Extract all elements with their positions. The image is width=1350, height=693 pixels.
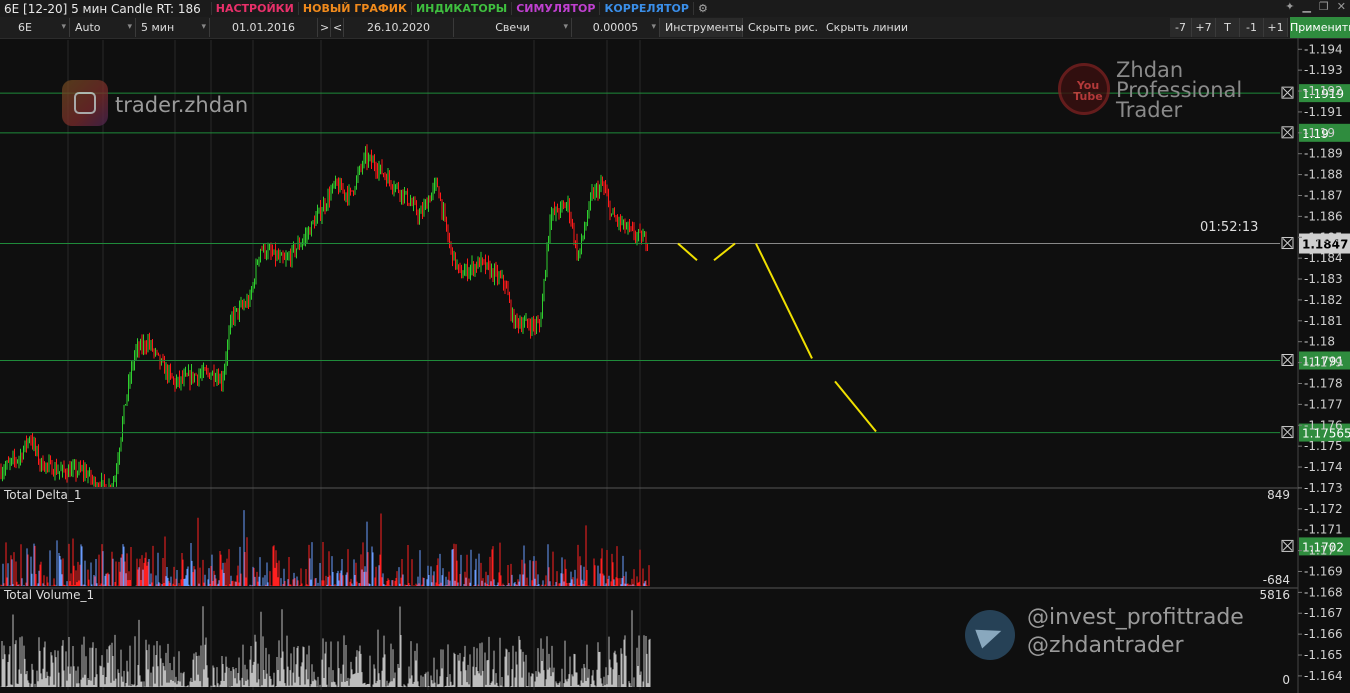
scale-select[interactable]: Auto [70, 18, 136, 37]
delta-min-label: -684 [1263, 573, 1290, 587]
volume-histogram [0, 606, 651, 687]
remove-level-icon-cross [1282, 127, 1293, 138]
nav-next-button[interactable]: > [318, 18, 331, 37]
title-bar: 6E [12-20] 5 мин Candle RT: 186 НАСТРОЙК… [0, 0, 1350, 17]
axis-tick-label: -1.189 [1304, 147, 1343, 161]
trend-line-drawing [677, 242, 698, 261]
axis-tick-label: -1.194 [1304, 42, 1343, 56]
date-to-input[interactable]: 26.10.2020 [344, 18, 454, 37]
axis-tick-label: -1.191 [1304, 105, 1343, 119]
symbol-select[interactable]: 6E [0, 18, 70, 37]
step-back-7-button[interactable]: -7 [1170, 18, 1192, 37]
telegram-handle-2: @zhdantrader [1027, 633, 1184, 658]
menu-simulator[interactable]: СИМУЛЯТОР [511, 2, 599, 15]
menu-settings[interactable]: НАСТРОЙКИ [210, 2, 298, 15]
remove-level-icon-cross [1282, 541, 1293, 551]
price-chart[interactable]: 1.19191.191.175651.17911.17021.1847 -1.1… [0, 38, 1350, 693]
instruments-button[interactable]: Инструменты [660, 18, 744, 37]
youtube-icon-text: You Tube [1073, 79, 1103, 103]
axis-tick-label: -1.165 [1304, 648, 1343, 662]
axis-tick-label: -1.172 [1304, 502, 1343, 516]
apply-button[interactable]: Применить [1290, 17, 1350, 38]
axis-tick-label: -1.168 [1304, 585, 1343, 599]
window-title: 6E [12-20] 5 мин Candle RT: 186 [4, 1, 201, 16]
axis-tick-label: -1.184 [1304, 251, 1343, 265]
remove-level-icon-cross [1282, 427, 1293, 437]
youtube-watermark-line1: Zhdan [1116, 58, 1184, 82]
axis-tick-label: -1.177 [1304, 397, 1343, 411]
axis-tick-label: -1.19 [1304, 126, 1335, 140]
remove-level-icon-cross [1282, 238, 1293, 248]
date-from-input[interactable]: 01.01.2016 [210, 18, 318, 37]
axis-tick-label: -1.17 [1304, 544, 1335, 558]
chart-type-select[interactable]: Свечи [454, 18, 572, 37]
tick-size-select[interactable]: 0.00005 [572, 18, 660, 37]
axis-tick-label: -1.188 [1304, 168, 1343, 182]
axis-tick-label: -1.187 [1304, 188, 1343, 202]
menu-indicators[interactable]: ИНДИКАТОРЫ [410, 2, 511, 15]
telegram-handle-1: @invest_profittrade [1027, 605, 1244, 630]
axis-tick-label: -1.174 [1304, 460, 1343, 474]
remove-level-icon-cross [1282, 87, 1293, 98]
axis-tick-label: -1.175 [1304, 439, 1343, 453]
telegram-watermark: @invest_profittrade @zhdantrader [1027, 604, 1244, 660]
hide-drawings-button[interactable]: Скрыть рис. [743, 18, 821, 37]
instagram-watermark: trader.zhdan [115, 93, 249, 117]
trend-line-drawing [755, 243, 813, 359]
menu-new-chart[interactable]: НОВЫЙ ГРАФИК [297, 2, 411, 15]
axis-tick-label: -1.167 [1304, 606, 1343, 620]
axis-tick-label: -1.186 [1304, 209, 1343, 223]
youtube-watermark: Zhdan Professional Trader [1116, 58, 1243, 122]
youtube-watermark-line3: Trader [1116, 98, 1183, 122]
delta-panel-title: Total Delta_1 [3, 488, 82, 502]
step-forward-1-button[interactable]: +1 [1264, 18, 1288, 37]
remove-level-icon-cross [1282, 355, 1293, 365]
step-back-1-button[interactable]: -1 [1240, 18, 1264, 37]
delta-max-label: 849 [1267, 488, 1290, 502]
restore-icon[interactable]: ❐ [1319, 0, 1329, 13]
chart-toolbar: 6E Auto 5 мин 01.01.2016 > < 26.10.2020 … [0, 17, 1350, 39]
volume-panel-title: Total Volume_1 [3, 588, 94, 602]
trend-line-drawing [834, 380, 877, 433]
hide-lines-button[interactable]: Скрыть линии [821, 18, 911, 37]
axis-tick-label: -1.166 [1304, 627, 1343, 641]
instagram-icon [62, 80, 108, 126]
pin-icon[interactable]: ✦ [1285, 0, 1294, 13]
youtube-watermark-line2: Professional [1116, 78, 1243, 102]
window-controls: ✦ ▁ ❐ ✕ [1285, 0, 1346, 13]
nav-prev-button[interactable]: < [331, 18, 344, 37]
axis-tick-label: -1.182 [1304, 293, 1343, 307]
axis-tick-label: -1.169 [1304, 564, 1343, 578]
axis-tick-label: -1.18 [1304, 335, 1335, 349]
axis-tick-label: -1.185 [1304, 230, 1343, 244]
today-button[interactable]: T [1216, 18, 1240, 37]
candle-timer: 01:52:13 [1200, 220, 1259, 235]
trend-line-drawing [713, 242, 736, 262]
axis-tick-label: -1.173 [1304, 481, 1343, 495]
delta-histogram [0, 510, 651, 586]
axis-tick-label: -1.183 [1304, 272, 1343, 286]
chart-grid [0, 38, 1299, 693]
candles [0, 144, 648, 487]
close-icon[interactable]: ✕ [1337, 0, 1346, 13]
volume-min-label: 0 [1282, 673, 1290, 687]
axis-tick-label: -1.181 [1304, 314, 1343, 328]
axis-tick-label: -1.179 [1304, 356, 1343, 370]
axis-tick-label: -1.171 [1304, 523, 1343, 537]
axis-tick-label: -1.192 [1304, 84, 1343, 98]
volume-max-label: 5816 [1259, 588, 1290, 602]
minimize-icon[interactable]: ▁ [1302, 0, 1310, 13]
axis-tick-label: -1.164 [1304, 669, 1343, 683]
axis-tick-label: -1.176 [1304, 418, 1343, 432]
price-levels: 1.19191.191.175651.17911.17021.1847 [0, 84, 1350, 556]
timeframe-select[interactable]: 5 мин [136, 18, 210, 37]
menu-correlator[interactable]: КОРРЕЛЯТОР [599, 2, 693, 15]
axis-tick-label: -1.193 [1304, 63, 1343, 77]
step-forward-7-button[interactable]: +7 [1192, 18, 1216, 37]
telegram-icon [965, 610, 1015, 660]
gear-icon[interactable]: ⚙ [692, 2, 712, 15]
youtube-icon: You Tube [1058, 63, 1110, 115]
axis-tick-label: -1.178 [1304, 376, 1343, 390]
trend-drawings [677, 242, 877, 433]
